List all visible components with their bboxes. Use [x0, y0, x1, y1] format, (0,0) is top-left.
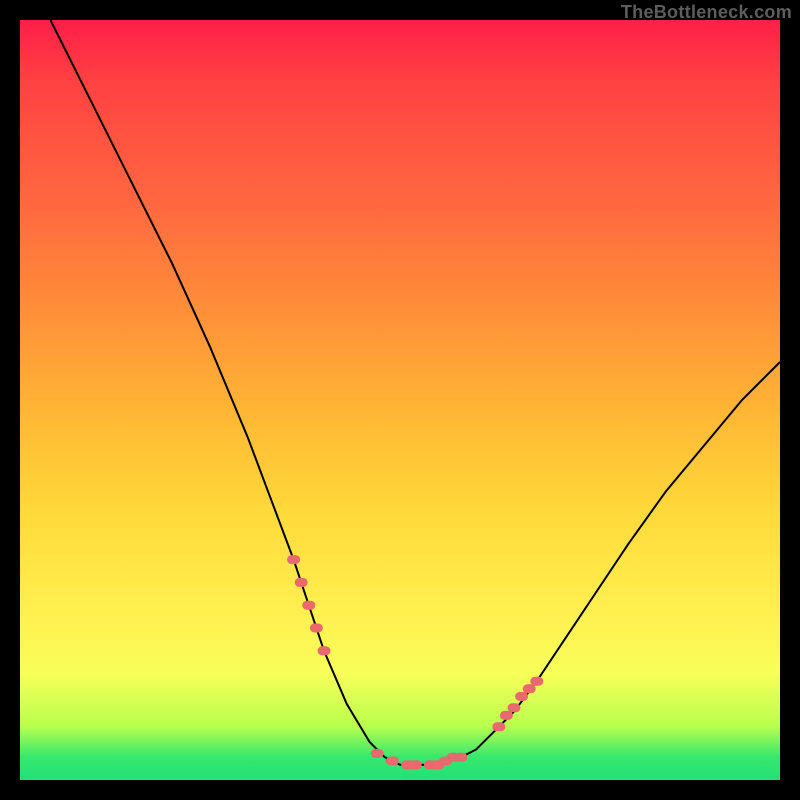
marker-point	[531, 677, 543, 685]
marker-point	[303, 601, 315, 609]
chart-container: TheBottleneck.com	[0, 0, 800, 800]
marker-point	[310, 624, 322, 632]
marker-point	[500, 711, 512, 719]
curve-overlay	[20, 20, 780, 780]
marker-point	[295, 578, 307, 586]
highlighted-points	[288, 556, 543, 769]
marker-point	[318, 647, 330, 655]
marker-point	[288, 556, 300, 564]
marker-point	[508, 704, 520, 712]
marker-point	[493, 723, 505, 731]
marker-point	[371, 749, 383, 757]
marker-point	[386, 757, 398, 765]
bottleneck-curve	[50, 20, 780, 765]
marker-point	[523, 685, 535, 693]
marker-point	[516, 692, 528, 700]
marker-point	[455, 753, 467, 761]
marker-point	[409, 761, 421, 769]
